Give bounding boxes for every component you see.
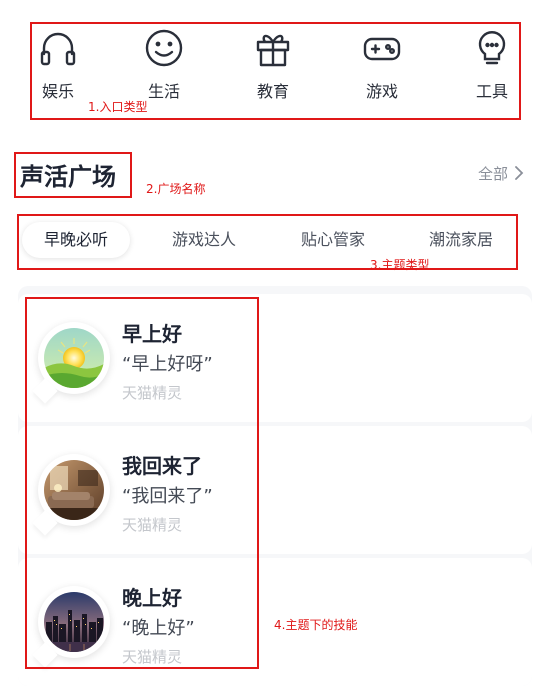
avatar-bubble: [32, 454, 110, 536]
annotation-entry-type: 1.入口类型: [88, 100, 148, 114]
category-games[interactable]: 游戏: [346, 24, 418, 118]
skill-phrase: “早上好呀”: [122, 354, 213, 375]
living-room-image: [44, 460, 104, 520]
lightbulb-icon: [478, 31, 506, 65]
skill-title: 早上好: [122, 322, 182, 346]
category-education[interactable]: 教育: [237, 24, 309, 118]
category-entertainment[interactable]: 娱乐: [22, 24, 94, 118]
smile-icon: [145, 29, 183, 67]
skill-title: 我回来了: [122, 454, 202, 478]
tab-morning-evening[interactable]: 早晚必听: [22, 222, 131, 258]
category-label: 教育: [256, 82, 289, 101]
skill-card[interactable]: 早上好 “早上好呀” 天猫精灵: [18, 294, 532, 422]
avatar-bubble: [32, 586, 110, 668]
gift-icon: [256, 34, 290, 67]
tab-game-master[interactable]: 游戏达人: [150, 222, 258, 258]
category-label: 娱乐: [41, 82, 74, 101]
annotation-theme-skills: 4.主题下的技能: [274, 618, 358, 632]
skill-source: 天猫精灵: [122, 384, 183, 402]
view-all-link[interactable]: 全部: [478, 163, 524, 184]
skill-source: 天猫精灵: [122, 648, 183, 666]
view-all-label: 全部: [477, 165, 508, 183]
avatar-bubble: [32, 322, 110, 404]
section-title: 声活广场: [20, 163, 116, 191]
annotation-plaza-name: 2.广场名称: [146, 182, 206, 196]
theme-tabs: 早晚必听 游戏达人 贴心管家 潮流家居: [20, 218, 520, 262]
night-city-image: [44, 592, 104, 652]
category-label: 工具: [475, 82, 508, 101]
skill-phrase: “晚上好”: [122, 618, 195, 639]
sunrise-image: [44, 328, 104, 388]
chevron-right-icon: [515, 166, 524, 180]
skill-source: 天猫精灵: [122, 516, 183, 534]
gamepad-icon: [363, 37, 401, 61]
tab-butler[interactable]: 贴心管家: [279, 222, 387, 258]
skill-title: 晚上好: [122, 586, 182, 610]
category-label: 游戏: [365, 82, 398, 101]
annotation-theme-type: 3.主题类型: [370, 258, 430, 272]
tab-trendy-home[interactable]: 潮流家居: [407, 222, 515, 258]
category-tools[interactable]: 工具: [456, 24, 528, 118]
skill-phrase: “我回来了”: [122, 486, 213, 507]
headphones-icon: [40, 32, 76, 66]
skill-card[interactable]: 我回来了 “我回来了” 天猫精灵: [18, 426, 532, 554]
